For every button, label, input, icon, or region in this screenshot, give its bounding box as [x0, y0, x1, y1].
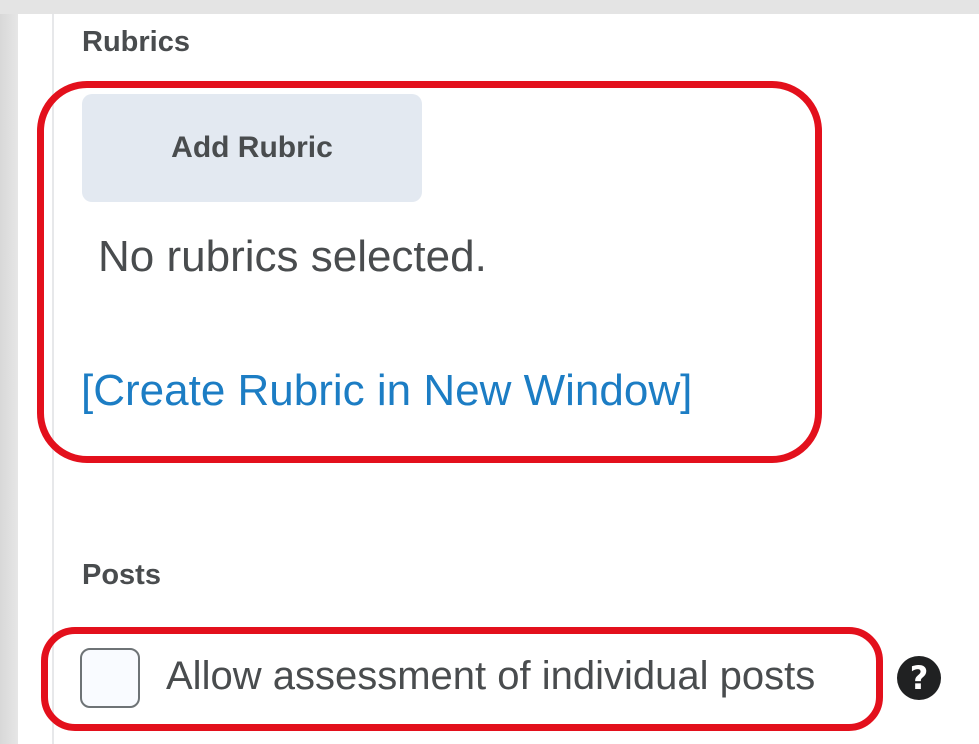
rubrics-heading: Rubrics — [82, 26, 190, 58]
help-icon-glyph: ? — [909, 659, 929, 697]
help-icon[interactable]: ? — [897, 656, 941, 700]
posts-heading: Posts — [82, 559, 161, 591]
page-background-left — [0, 0, 18, 744]
posts-highlight-outline — [41, 627, 883, 731]
page-background-top — [0, 0, 979, 14]
rubrics-highlight-outline — [37, 81, 822, 463]
